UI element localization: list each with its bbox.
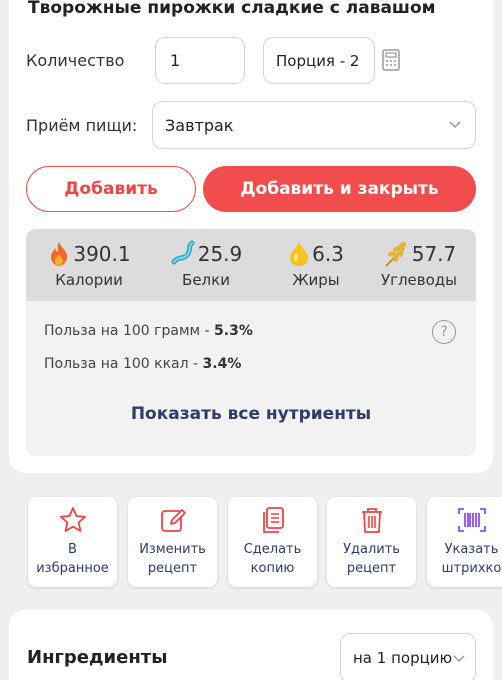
benefit-per-100kcal: Польза на 100 ккал - 3.4% xyxy=(44,356,241,372)
macro-calories: 390.1 Калории xyxy=(39,239,139,289)
help-icon[interactable]: ? xyxy=(432,320,456,344)
recipe-title: Творожные пирожки сладкие с лавашом xyxy=(28,0,436,18)
macro-carbs: 57.7 Углеводы xyxy=(369,239,469,289)
delete-recipe-button[interactable]: Удалить рецепт xyxy=(327,497,416,587)
nutrition-panel: 390.1 Калории 25.9 Белки 6.3 Жиры 57.7 У… xyxy=(26,229,476,456)
calculator-icon[interactable] xyxy=(382,49,400,75)
favorite-label: В избранное xyxy=(36,542,109,576)
calories-label: Калории xyxy=(55,271,123,289)
benefit-100g-label: Польза на 100 грамм - xyxy=(44,323,215,339)
delete-recipe-label: Удалить рецепт xyxy=(343,542,400,576)
portion-value: на 1 порцию xyxy=(353,649,453,667)
wheat-icon xyxy=(385,241,406,267)
benefit-per-100g: Польза на 100 грамм - 5.3% xyxy=(44,323,253,339)
star-icon xyxy=(59,507,86,532)
chevron-down-icon xyxy=(449,121,461,129)
fire-icon xyxy=(51,242,68,266)
macro-fat: 6.3 Жиры xyxy=(266,239,366,289)
portion-select[interactable]: на 1 порцию xyxy=(340,633,476,680)
protein-icon xyxy=(171,240,195,265)
meal-value: Завтрак xyxy=(165,115,234,135)
quantity-label: Количество xyxy=(26,51,125,70)
carbs-value: 57.7 xyxy=(411,242,457,266)
copy-recipe-label: Сделать копию xyxy=(243,542,302,576)
quantity-value: 1 xyxy=(170,51,181,70)
ingredients-title: Ингредиенты xyxy=(27,647,168,668)
unit-value: Порция - 2 xyxy=(276,51,360,70)
trash-icon xyxy=(361,508,382,533)
edit-icon xyxy=(160,509,186,532)
oil-drop-icon xyxy=(290,242,309,266)
barcode-icon xyxy=(457,508,486,532)
fat-label: Жиры xyxy=(292,271,340,289)
show-all-nutrients-link[interactable]: Показать все нутриенты xyxy=(26,404,476,424)
unit-select[interactable]: Порция - 2 xyxy=(263,37,375,84)
add-button[interactable]: Добавить xyxy=(26,166,196,212)
edit-recipe-button[interactable]: Изменить рецепт xyxy=(128,497,217,587)
barcode-label: Указать штрихко xyxy=(441,542,502,576)
quantity-input[interactable]: 1 xyxy=(155,37,245,84)
benefit-100kcal-label: Польза на 100 ккал - xyxy=(44,356,203,372)
benefit-100kcal-value: 3.4% xyxy=(202,356,242,372)
barcode-button[interactable]: Указать штрихко xyxy=(427,497,502,587)
chevron-down-icon xyxy=(453,655,465,663)
copy-icon xyxy=(262,507,284,533)
copy-recipe-button[interactable]: Сделать копию xyxy=(228,497,317,587)
protein-label: Белки xyxy=(182,271,230,289)
protein-value: 25.9 xyxy=(197,242,243,266)
favorite-button[interactable]: В избранное xyxy=(28,497,117,587)
calories-value: 390.1 xyxy=(73,242,131,266)
macro-protein: 25.9 Белки xyxy=(156,239,256,289)
meal-select[interactable]: Завтрак xyxy=(152,101,476,149)
fat-value: 6.3 xyxy=(312,242,344,266)
add-and-close-button[interactable]: Добавить и закрыть xyxy=(203,166,476,212)
edit-recipe-label: Изменить рецепт xyxy=(139,542,206,576)
carbs-label: Углеводы xyxy=(380,271,458,289)
benefit-100g-value: 5.3% xyxy=(214,323,253,339)
meal-label: Приём пищи: xyxy=(26,116,138,135)
